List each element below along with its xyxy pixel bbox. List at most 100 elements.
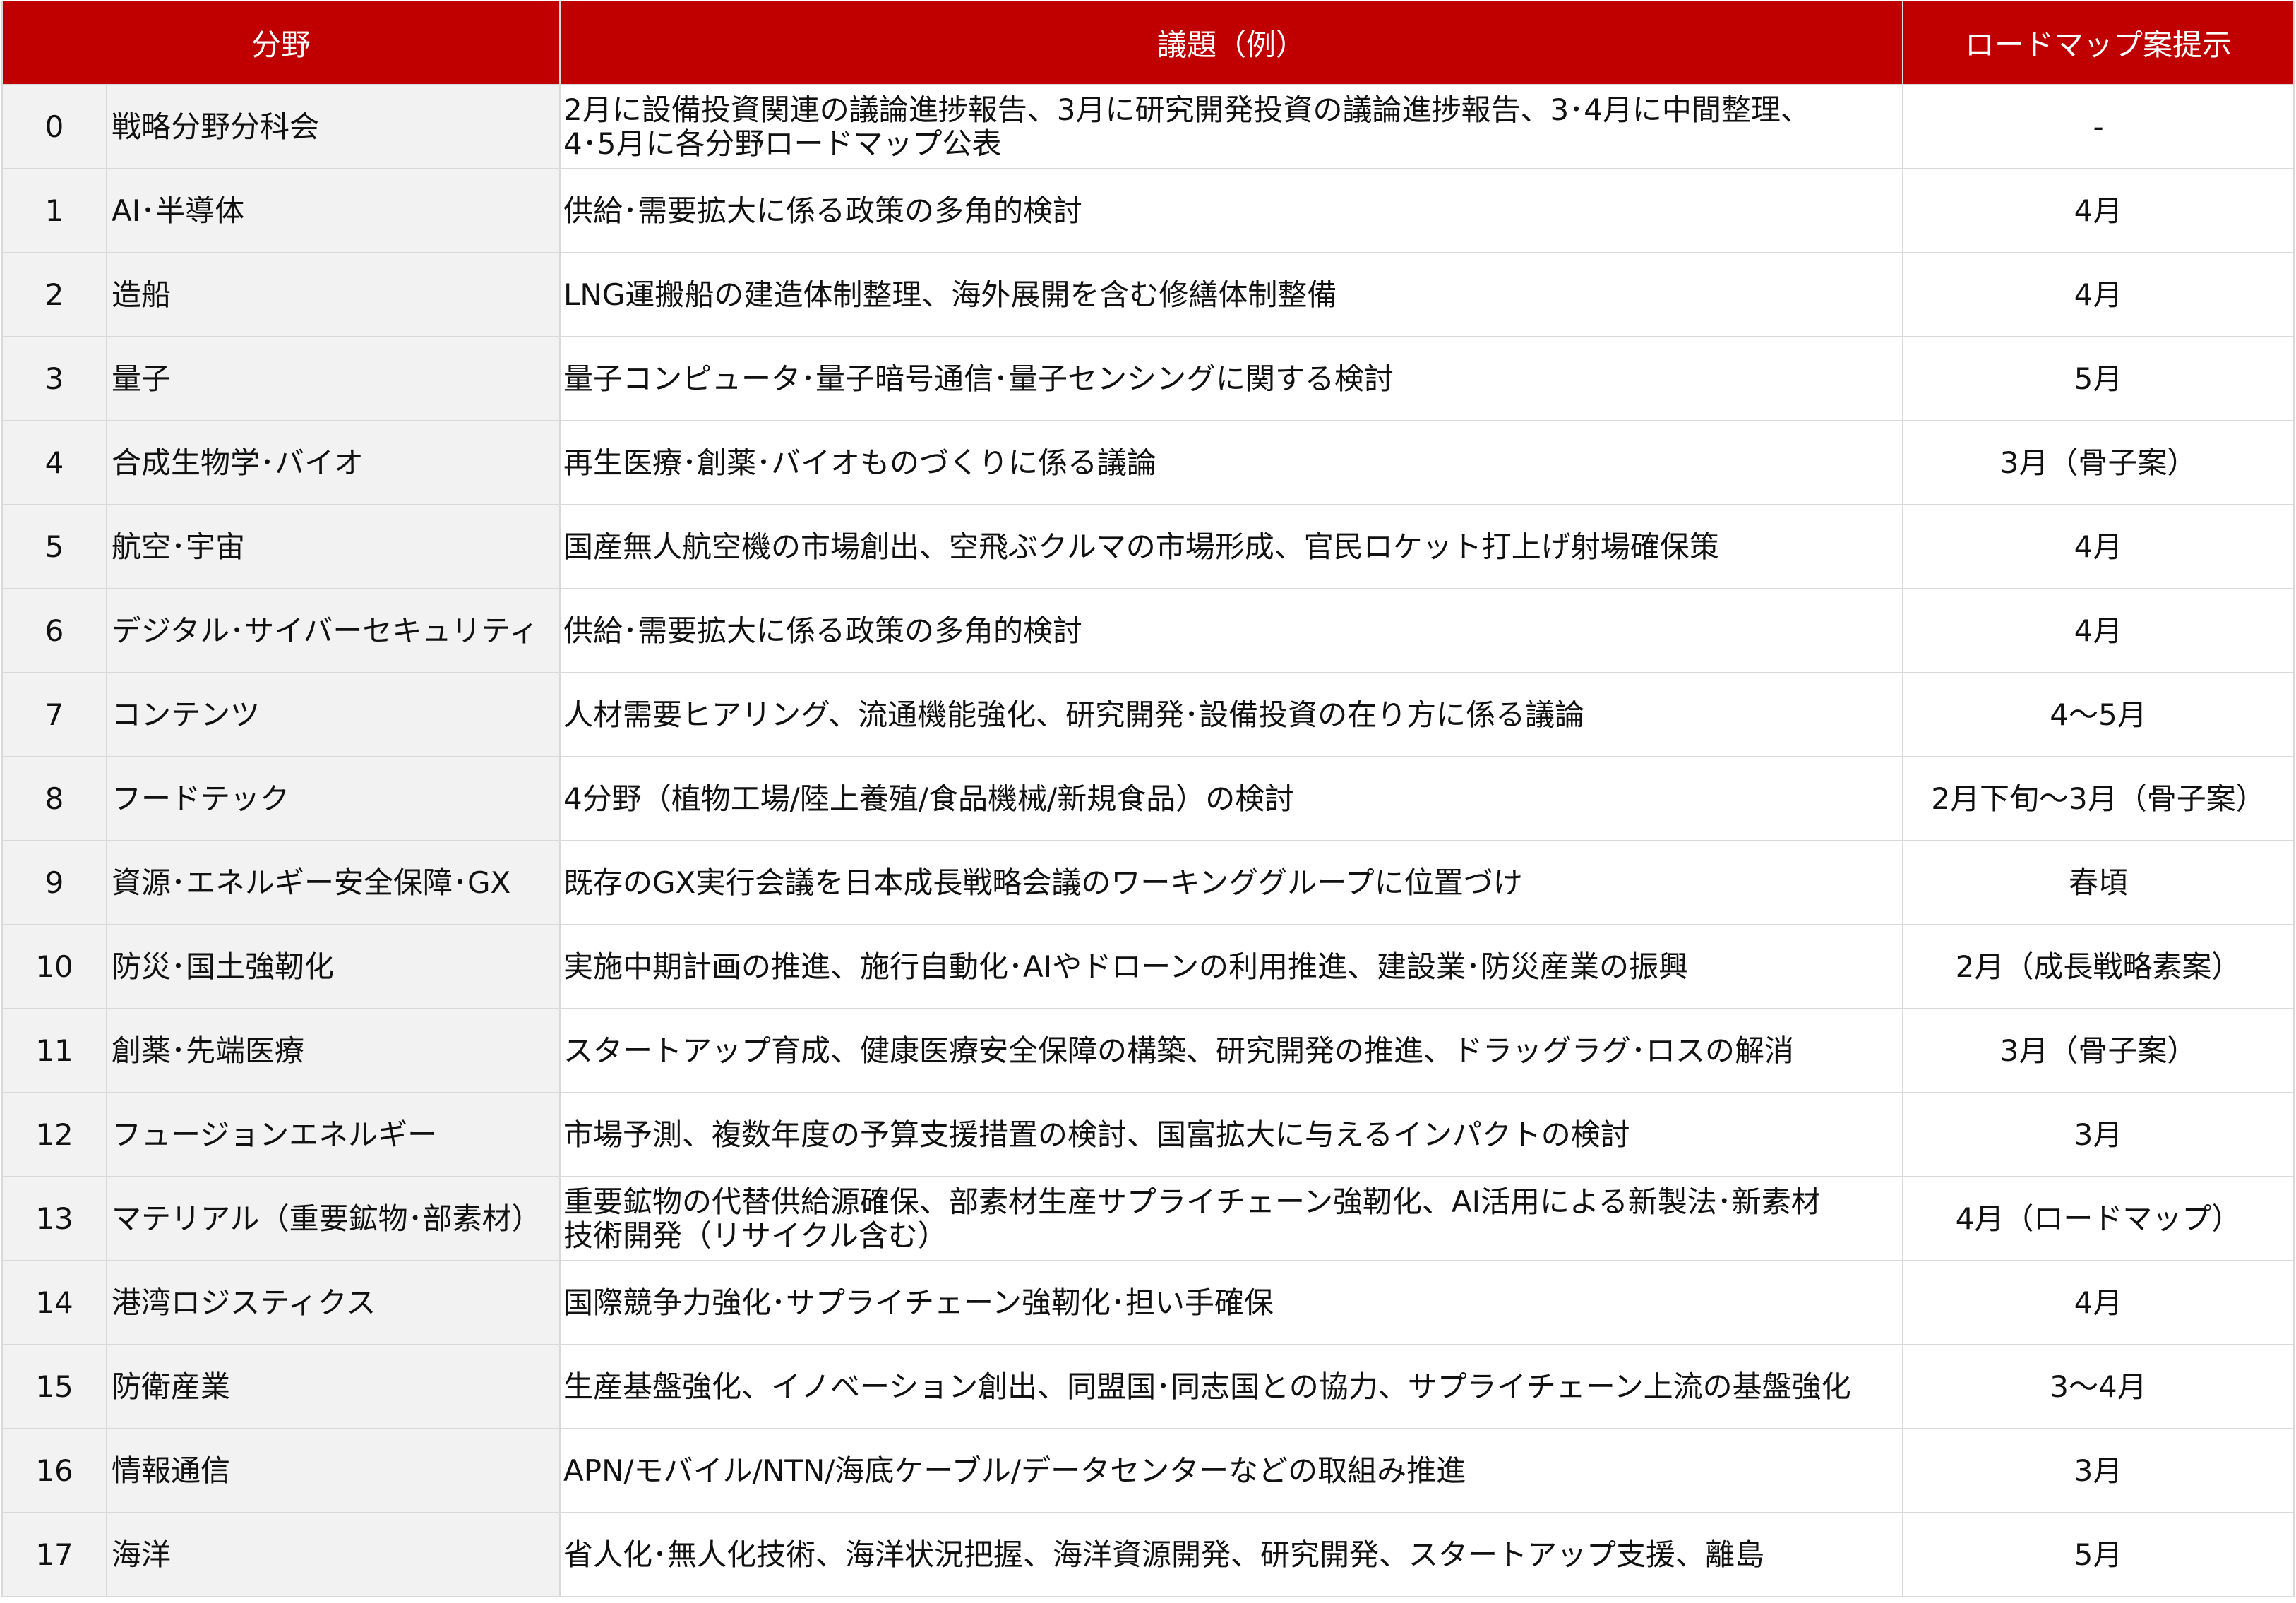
roadmap-timing: 3月（骨子案）: [1902, 420, 2295, 505]
field-name: コンテンツ: [105, 672, 561, 757]
topic-cell: 2月に設備投資関連の議論進捗報告、3月に研究開発投資の議論進捗報告、3･4月に中…: [559, 84, 1904, 169]
table-row: 9 資源･エネルギー安全保障･GX 既存のGX実行会議を日本成長戦略会議のワーキング…: [1, 840, 2295, 925]
strategy-field-table: 分野 議題（例） ロードマップ案提示 0 戦略分野分科会 2月に設備投資関連の議論進…: [1, 1, 2295, 1597]
field-name: 創薬･先端医療: [105, 1008, 561, 1093]
topic-text: 国際競争力強化･サプライチェーン強靭化･担い手確保: [563, 1285, 1274, 1320]
roadmap-timing: 3月: [1902, 1428, 2295, 1513]
row-number: 6: [1, 588, 107, 673]
topic-text: 4分野（植物工場/陸上養殖/食品機械/新規食品）の検討: [563, 781, 1295, 816]
table-header: 分野 議題（例） ロードマップ案提示: [1, 1, 2295, 85]
roadmap-timing: 4月: [1902, 588, 2295, 673]
roadmap-timing: 2月（成長戦略素案）: [1902, 924, 2295, 1009]
roadmap-timing: 3月（骨子案）: [1902, 1008, 2295, 1093]
roadmap-timing: 4月: [1902, 168, 2295, 253]
table-row: 10 防災･国土強靭化 実施中期計画の推進、施行自動化･AIやドローンの利用推進、建…: [1, 924, 2295, 1009]
roadmap-timing: 春頃: [1902, 840, 2295, 925]
field-name: 防災･国土強靭化: [105, 924, 561, 1009]
field-name: デジタル･サイバーセキュリティ: [105, 588, 561, 673]
row-number: 13: [1, 1176, 107, 1261]
header-topic: 議題（例）: [559, 1, 1904, 85]
field-name: フュージョンエネルギー: [105, 1092, 561, 1177]
roadmap-timing: 3～4月: [1902, 1344, 2295, 1429]
topic-cell: 省人化･無人化技術、海洋状況把握、海洋資源開発、研究開発、スタートアップ支援、離…: [559, 1512, 1904, 1597]
field-name: 防衛産業: [105, 1344, 561, 1429]
row-number: 4: [1, 420, 107, 505]
topic-text: 市場予測、複数年度の予算支援措置の検討、国富拡大に与えるインパクトの検討: [563, 1117, 1630, 1152]
field-name: フードテック: [105, 756, 561, 841]
row-number: 1: [1, 168, 107, 253]
header-row: 分野 議題（例） ロードマップ案提示: [1, 1, 2295, 85]
topic-text: 2月に設備投資関連の議論進捗報告、3月に研究開発投資の議論進捗報告、3･4月に中…: [563, 92, 1810, 127]
row-number: 0: [1, 84, 107, 169]
roadmap-timing: -: [1902, 84, 2295, 169]
topic-cell: 量子コンピュータ･量子暗号通信･量子センシングに関する検討: [559, 336, 1904, 421]
row-number: 16: [1, 1428, 107, 1513]
roadmap-timing: 4月: [1902, 504, 2295, 589]
roadmap-timing: 4月: [1902, 252, 2295, 337]
field-name: 合成生物学･バイオ: [105, 420, 561, 505]
field-name: 情報通信: [105, 1428, 561, 1513]
field-name: 資源･エネルギー安全保障･GX: [105, 840, 561, 925]
topic-text: 人材需要ヒアリング、流通機能強化、研究開発･設備投資の在り方に係る議論: [563, 697, 1585, 732]
header-roadmap: ロードマップ案提示: [1902, 1, 2295, 85]
topic-text: 省人化･無人化技術、海洋状況把握、海洋資源開発、研究開発、スタートアップ支援、離…: [563, 1537, 1765, 1572]
field-name: 量子: [105, 336, 561, 421]
topic-text: 重要鉱物の代替供給源確保、部素材生産サプライチェーン強靭化、AI活用による新製法…: [563, 1184, 1821, 1219]
field-name: マテリアル（重要鉱物･部素材）: [105, 1176, 561, 1261]
row-number: 10: [1, 924, 107, 1009]
row-number: 5: [1, 504, 107, 589]
table-row: 6 デジタル･サイバーセキュリティ 供給･需要拡大に係る政策の多角的検討 4月: [1, 588, 2295, 673]
row-number: 2: [1, 252, 107, 337]
topic-text: 実施中期計画の推進、施行自動化･AIやドローンの利用推進、建設業･防災産業の振興: [563, 949, 1689, 984]
topic-text: 供給･需要拡大に係る政策の多角的検討: [563, 613, 1083, 648]
roadmap-timing: 5月: [1902, 336, 2295, 421]
topic-text: 技術開発（リサイクル含む）: [563, 1218, 947, 1253]
roadmap-timing: 3月: [1902, 1092, 2295, 1177]
topic-cell: APN/モバイル/NTN/海底ケーブル/データセンターなどの取組み推進: [559, 1428, 1904, 1513]
topic-cell: 国際競争力強化･サプライチェーン強靭化･担い手確保: [559, 1260, 1904, 1345]
table-row: 4 合成生物学･バイオ 再生医療･創薬･バイオものづくりに係る議論 3月（骨子案）: [1, 420, 2295, 505]
table-row: 1 AI･半導体 供給･需要拡大に係る政策の多角的検討 4月: [1, 168, 2295, 253]
topic-cell: 供給･需要拡大に係る政策の多角的検討: [559, 588, 1904, 673]
topic-text: スタートアップ育成、健康医療安全保障の構築、研究開発の推進、ドラッグラグ･ロスの…: [563, 1033, 1795, 1068]
topic-text: 量子コンピュータ･量子暗号通信･量子センシングに関する検討: [563, 361, 1394, 396]
topic-cell: 市場予測、複数年度の予算支援措置の検討、国富拡大に与えるインパクトの検討: [559, 1092, 1904, 1177]
table-row: 0 戦略分野分科会 2月に設備投資関連の議論進捗報告、3月に研究開発投資の議論進捗報…: [1, 84, 2295, 169]
topic-cell: スタートアップ育成、健康医療安全保障の構築、研究開発の推進、ドラッグラグ･ロスの…: [559, 1008, 1904, 1093]
field-name: 港湾ロジスティクス: [105, 1260, 561, 1345]
topic-cell: 重要鉱物の代替供給源確保、部素材生産サプライチェーン強靭化、AI活用による新製法…: [559, 1176, 1904, 1261]
topic-text: 再生医療･創薬･バイオものづくりに係る議論: [563, 445, 1157, 480]
table-body: 0 戦略分野分科会 2月に設備投資関連の議論進捗報告、3月に研究開発投資の議論進捗報…: [1, 84, 2295, 1597]
field-name: 海洋: [105, 1512, 561, 1597]
row-number: 15: [1, 1344, 107, 1429]
row-number: 3: [1, 336, 107, 421]
roadmap-timing: 4月: [1902, 1260, 2295, 1345]
topic-cell: LNG運搬船の建造体制整理、海外展開を含む修繕体制整備: [559, 252, 1904, 337]
table-row: 3 量子 量子コンピュータ･量子暗号通信･量子センシングに関する検討 5月: [1, 336, 2295, 421]
topic-cell: 実施中期計画の推進、施行自動化･AIやドローンの利用推進、建設業･防災産業の振興: [559, 924, 1904, 1009]
table-row: 16 情報通信 APN/モバイル/NTN/海底ケーブル/データセンターなどの取組み推…: [1, 1428, 2295, 1513]
topic-text: LNG運搬船の建造体制整理、海外展開を含む修繕体制整備: [563, 277, 1337, 312]
topic-text: 4･5月に各分野ロードマップ公表: [563, 126, 1002, 161]
topic-cell: 既存のGX実行会議を日本成長戦略会議のワーキンググループに位置づけ: [559, 840, 1904, 925]
roadmap-timing: 4～5月: [1902, 672, 2295, 757]
row-number: 17: [1, 1512, 107, 1597]
roadmap-timing: 4月（ロードマップ）: [1902, 1176, 2295, 1261]
table-row: 15 防衛産業 生産基盤強化、イノベーション創出、同盟国･同志国との協力、サプライチ…: [1, 1344, 2295, 1429]
row-number: 7: [1, 672, 107, 757]
table-row: 8 フードテック 4分野（植物工場/陸上養殖/食品機械/新規食品）の検討 2月下旬～3…: [1, 756, 2295, 841]
table-row: 13 マテリアル（重要鉱物･部素材） 重要鉱物の代替供給源確保、部素材生産サプライチ…: [1, 1176, 2295, 1261]
topic-text: 供給･需要拡大に係る政策の多角的検討: [563, 193, 1083, 228]
table-row: 14 港湾ロジスティクス 国際競争力強化･サプライチェーン強靭化･担い手確保 4月: [1, 1260, 2295, 1345]
row-number: 12: [1, 1092, 107, 1177]
table-row: 7 コンテンツ 人材需要ヒアリング、流通機能強化、研究開発･設備投資の在り方に係る議…: [1, 672, 2295, 757]
roadmap-timing: 2月下旬～3月（骨子案）: [1902, 756, 2295, 841]
table-row: 5 航空･宇宙 国産無人航空機の市場創出、空飛ぶクルマの市場形成、官民ロケット打上げ…: [1, 504, 2295, 589]
row-number: 9: [1, 840, 107, 925]
table-row: 17 海洋 省人化･無人化技術、海洋状況把握、海洋資源開発、研究開発、スタートアップ…: [1, 1512, 2295, 1597]
roadmap-table-container: 分野 議題（例） ロードマップ案提示 0 戦略分野分科会 2月に設備投資関連の議論進…: [1, 1, 2295, 1597]
topic-cell: 4分野（植物工場/陸上養殖/食品機械/新規食品）の検討: [559, 756, 1904, 841]
topic-text: APN/モバイル/NTN/海底ケーブル/データセンターなどの取組み推進: [563, 1453, 1466, 1488]
topic-text: 国産無人航空機の市場創出、空飛ぶクルマの市場形成、官民ロケット打上げ射場確保策: [563, 529, 1719, 564]
roadmap-timing: 5月: [1902, 1512, 2295, 1597]
